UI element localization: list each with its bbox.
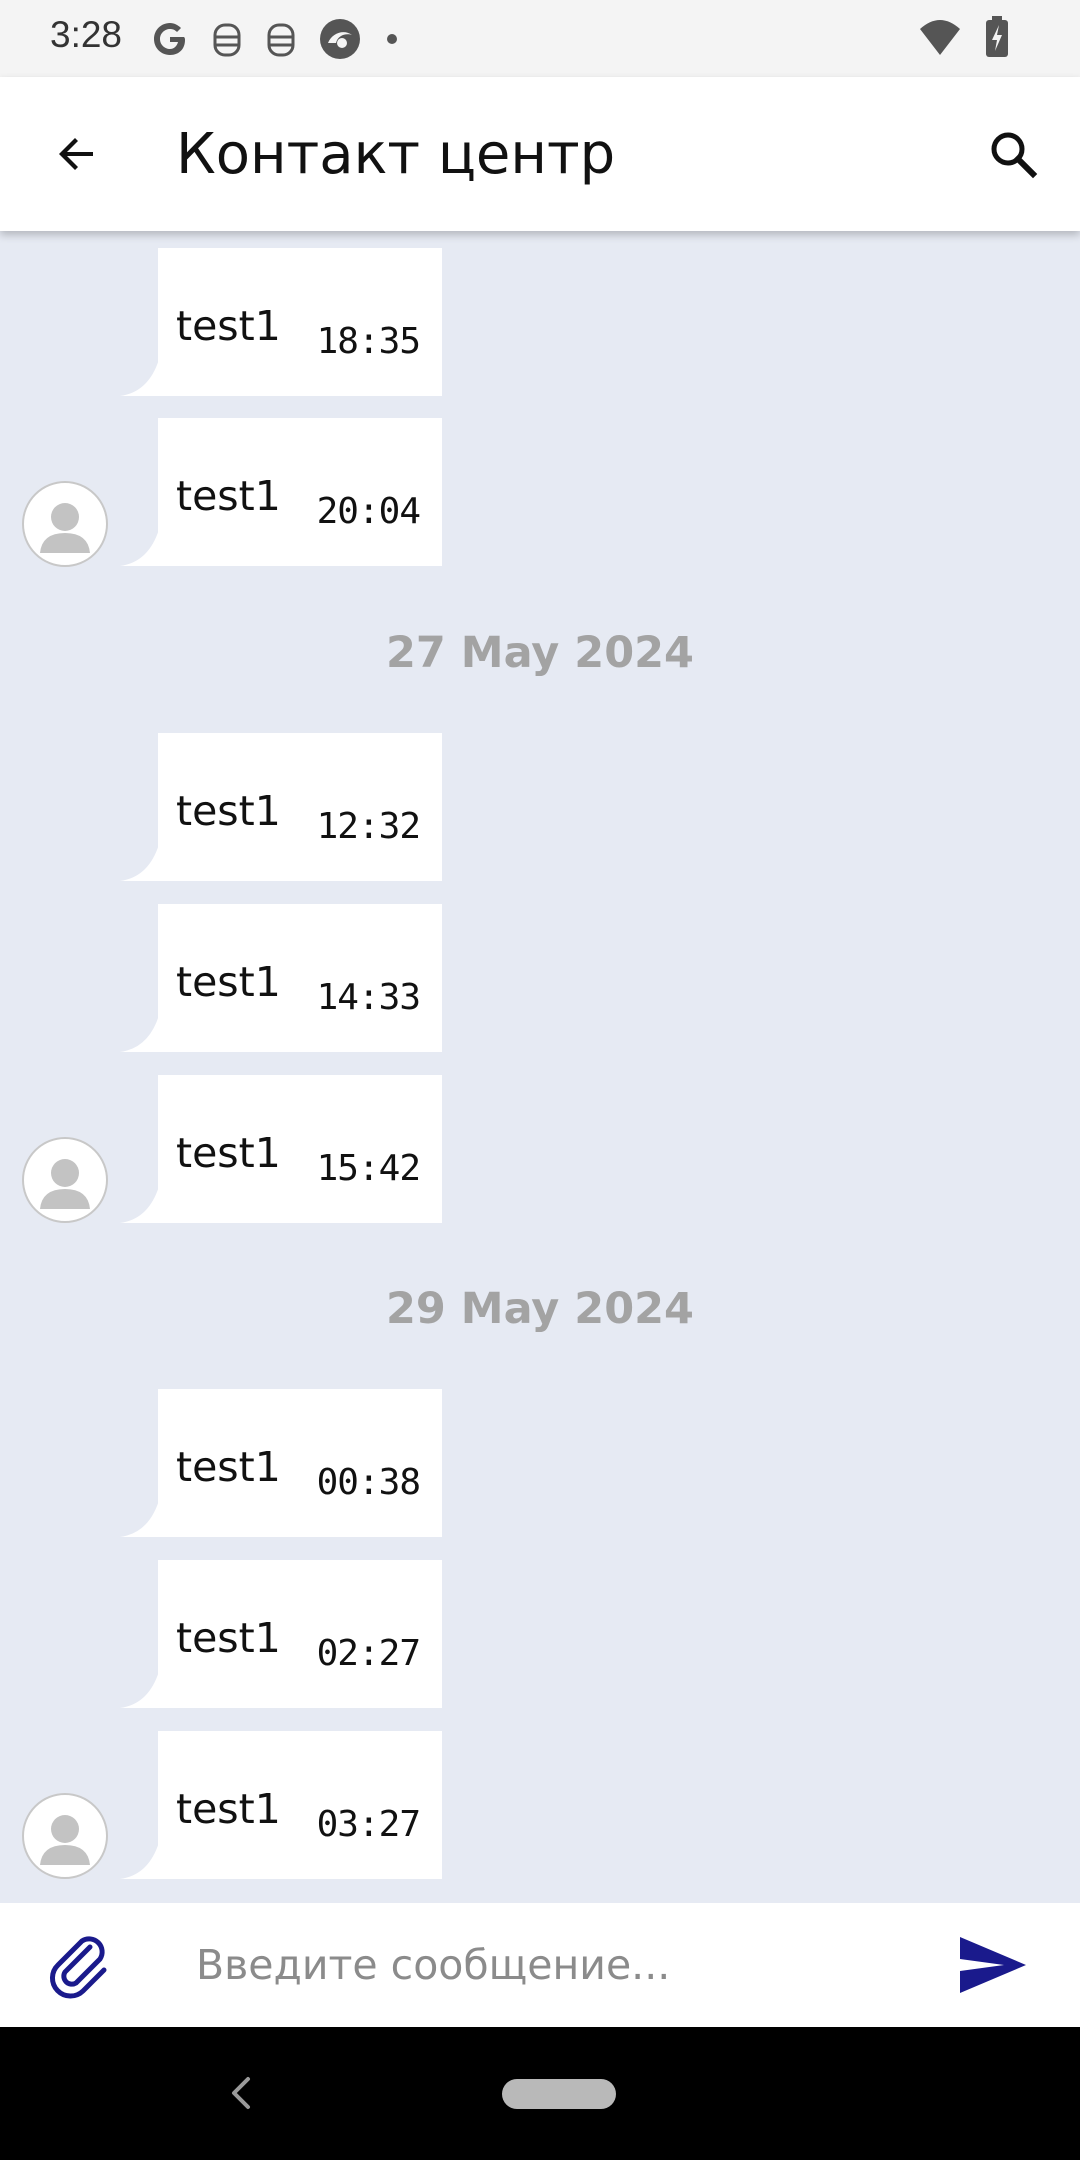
message-time: 00:38: [316, 1462, 421, 1503]
robot-icon: [210, 19, 244, 59]
message-bubble[interactable]: test1 15:42: [120, 1075, 442, 1223]
status-time: 3:28: [50, 14, 123, 55]
message-list[interactable]: test1 18:35 test1 20:04 27 May 2024 test…: [0, 231, 1080, 1903]
system-nav-bar: [0, 2027, 1080, 2160]
message-input[interactable]: [196, 1925, 896, 2005]
message-bubble[interactable]: test1 00:38: [120, 1389, 442, 1537]
message-time: 18:35: [316, 321, 421, 362]
bubble-tail: [120, 356, 160, 396]
bubble-tail: [120, 1668, 160, 1708]
page-title: Контакт центр: [176, 122, 616, 187]
person-icon: [40, 1815, 90, 1865]
message-text: test1: [176, 472, 281, 520]
back-button[interactable]: [40, 117, 114, 191]
message-composer: [0, 1903, 1080, 2027]
robot-icon: [264, 19, 298, 59]
message-bubble[interactable]: test1 14:33: [120, 904, 442, 1052]
notification-icons: [150, 14, 402, 64]
message-bubble[interactable]: test1 20:04: [120, 418, 442, 566]
message-bubble[interactable]: test1 03:27: [120, 1731, 442, 1879]
avatar: [22, 1793, 108, 1879]
message-bubble[interactable]: test1 12:32: [120, 733, 442, 881]
person-icon: [40, 503, 90, 553]
nav-back-icon[interactable]: [222, 2071, 262, 2115]
message-text: test1: [176, 958, 281, 1006]
bubble-tail: [120, 1012, 160, 1052]
message-time: 15:42: [316, 1148, 421, 1189]
message-bubble[interactable]: test1 02:27: [120, 1560, 442, 1708]
send-button[interactable]: [956, 1933, 1030, 1997]
person-icon: [40, 1159, 90, 1209]
date-separator: 29 May 2024: [386, 1284, 694, 1334]
message-text: test1: [176, 787, 281, 835]
message-text: test1: [176, 302, 281, 350]
browser-icon: [318, 17, 362, 61]
message-time: 20:04: [316, 491, 421, 532]
paperclip-icon: [50, 1936, 107, 1999]
message-time: 02:27: [316, 1633, 421, 1674]
arrow-left-icon: [59, 138, 93, 170]
dot-icon: [382, 29, 402, 49]
bubble-tail: [120, 1183, 160, 1223]
status-bar: 3:28: [0, 0, 1080, 77]
message-time: 14:33: [316, 977, 421, 1018]
nav-home-pill[interactable]: [502, 2079, 616, 2109]
bubble-tail: [120, 1497, 160, 1537]
message-text: test1: [176, 1614, 281, 1662]
bubble-tail: [120, 526, 160, 566]
system-icons: [918, 15, 1010, 63]
message-text: test1: [176, 1785, 281, 1833]
message-time: 12:32: [316, 806, 421, 847]
send-icon: [960, 1937, 1026, 1993]
wifi-icon: [918, 17, 962, 62]
message-text: test1: [176, 1443, 281, 1491]
message-text: test1: [176, 1129, 281, 1177]
attach-button[interactable]: [48, 1933, 114, 1999]
search-icon: [991, 132, 1038, 179]
battery-charging-icon: [984, 15, 1010, 63]
bubble-tail: [120, 841, 160, 881]
app-bar: Контакт центр: [0, 77, 1080, 231]
date-separator: 27 May 2024: [386, 628, 694, 678]
search-button[interactable]: [976, 117, 1050, 191]
message-time: 03:27: [316, 1804, 421, 1845]
message-bubble[interactable]: test1 18:35: [120, 248, 442, 396]
google-icon: [150, 19, 190, 59]
avatar: [22, 1137, 108, 1223]
bubble-tail: [120, 1839, 160, 1879]
avatar: [22, 481, 108, 567]
